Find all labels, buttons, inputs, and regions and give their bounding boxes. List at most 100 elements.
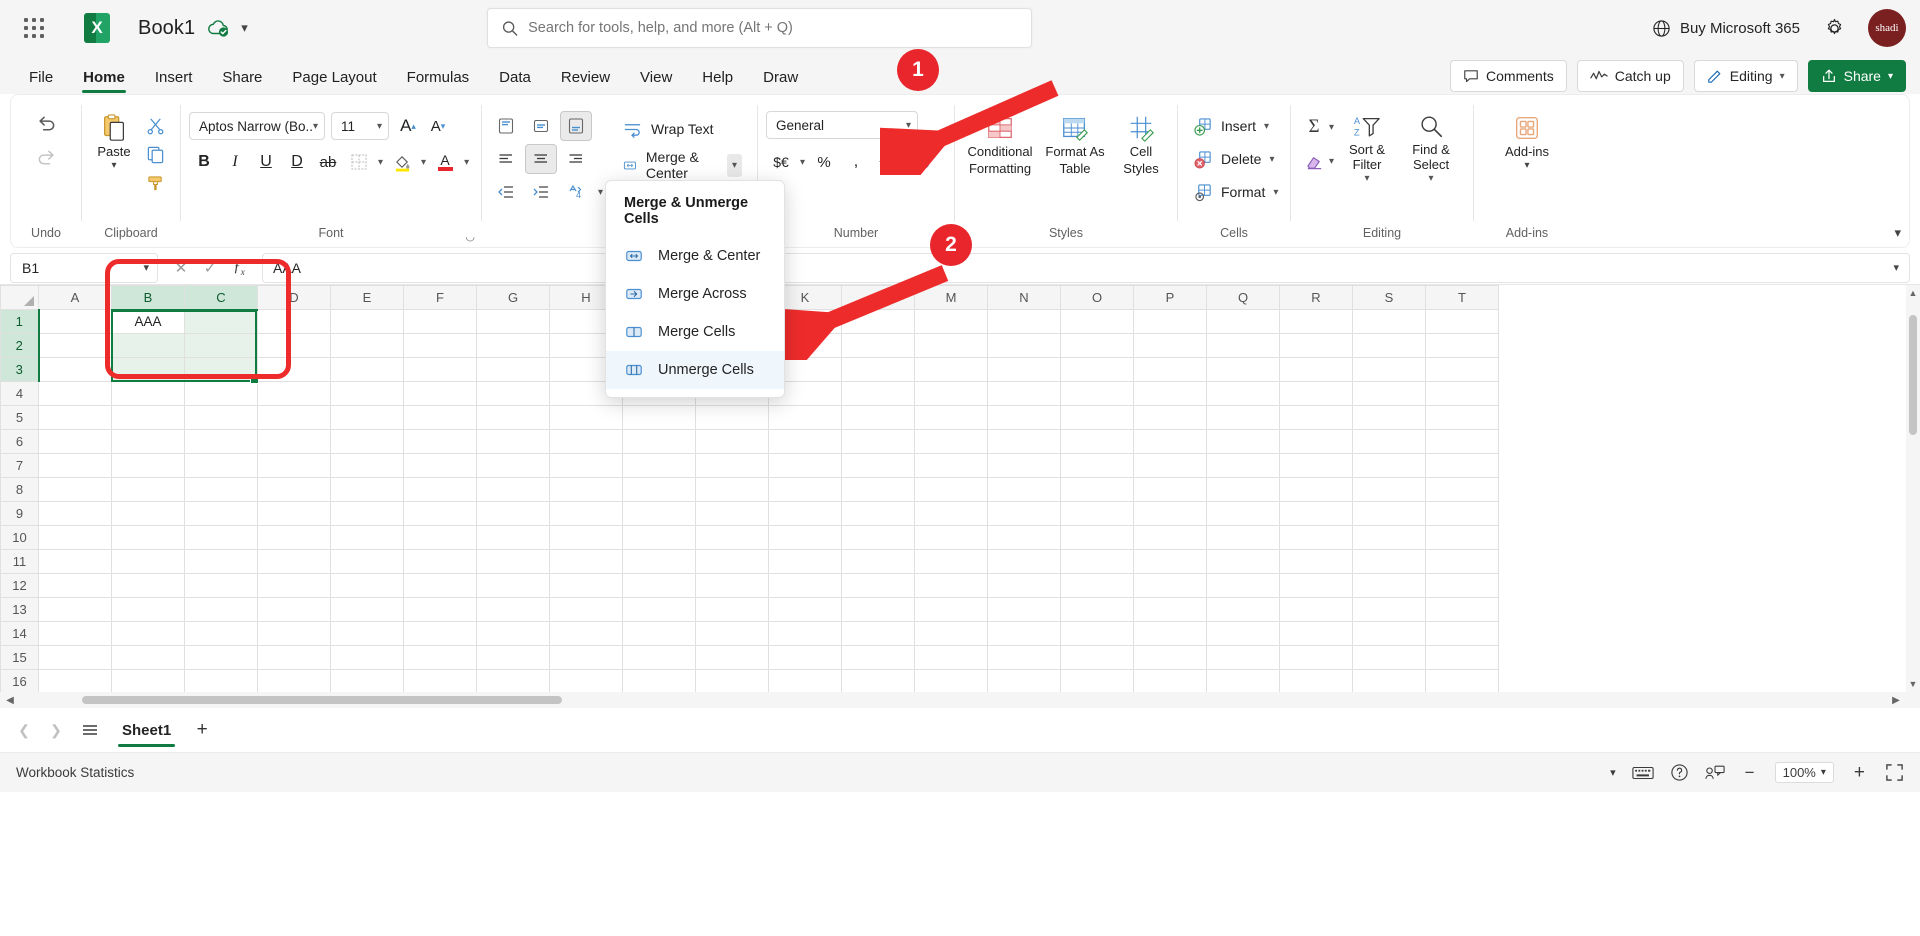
middle-align-button[interactable] — [525, 111, 557, 141]
cell-d4[interactable] — [258, 382, 331, 406]
cell-n10[interactable] — [988, 526, 1061, 550]
cell-h13[interactable] — [550, 598, 623, 622]
cell-n4[interactable] — [988, 382, 1061, 406]
cell-p4[interactable] — [1134, 382, 1207, 406]
bottom-align-button[interactable] — [560, 111, 592, 141]
cell-f8[interactable] — [404, 478, 477, 502]
font-dialog-launcher[interactable]: ◡ — [465, 230, 475, 243]
row-header-13[interactable]: 13 — [1, 598, 39, 622]
cell-i10[interactable] — [623, 526, 696, 550]
cell-j11[interactable] — [696, 550, 769, 574]
cell-j9[interactable] — [696, 502, 769, 526]
cell-r7[interactable] — [1280, 454, 1353, 478]
cell-p5[interactable] — [1134, 406, 1207, 430]
status-more-chevron-down-icon[interactable]: ▾ — [1610, 766, 1616, 779]
underline-button[interactable]: U — [251, 147, 281, 177]
cell-f12[interactable] — [404, 574, 477, 598]
keyboard-icon[interactable] — [1632, 765, 1654, 781]
cell-t3[interactable] — [1426, 358, 1499, 382]
cell-o2[interactable] — [1061, 334, 1134, 358]
paste-button[interactable]: Paste ▾ — [91, 107, 136, 175]
cell-c10[interactable] — [185, 526, 258, 550]
cell-l12[interactable] — [842, 574, 915, 598]
number-format-selector[interactable]: General ▾ — [766, 111, 918, 139]
cell-i12[interactable] — [623, 574, 696, 598]
clear-button[interactable] — [1299, 147, 1329, 175]
cell-m11[interactable] — [915, 550, 988, 574]
cell-r1[interactable] — [1280, 310, 1353, 334]
italic-button[interactable]: I — [220, 147, 250, 177]
select-all-button[interactable] — [1, 286, 39, 310]
conditional-formatting-button[interactable]: Conditional Formatting — [963, 109, 1037, 181]
cell-f11[interactable] — [404, 550, 477, 574]
cell-d9[interactable] — [258, 502, 331, 526]
cell-k9[interactable] — [769, 502, 842, 526]
editing-mode-button[interactable]: Editing ▾ — [1694, 60, 1798, 92]
cell-e5[interactable] — [331, 406, 404, 430]
cell-d16[interactable] — [258, 670, 331, 693]
cell-q6[interactable] — [1207, 430, 1280, 454]
cell-p12[interactable] — [1134, 574, 1207, 598]
cell-p1[interactable] — [1134, 310, 1207, 334]
cell-i16[interactable] — [623, 670, 696, 693]
cell-k15[interactable] — [769, 646, 842, 670]
cell-r11[interactable] — [1280, 550, 1353, 574]
cell-j15[interactable] — [696, 646, 769, 670]
cell-d12[interactable] — [258, 574, 331, 598]
cell-b11[interactable] — [112, 550, 185, 574]
cell-k7[interactable] — [769, 454, 842, 478]
cell-a10[interactable] — [39, 526, 112, 550]
scroll-left-arrow-icon[interactable]: ◀ — [0, 692, 20, 708]
cell-a8[interactable] — [39, 478, 112, 502]
previous-sheet-button[interactable]: ❮ — [10, 716, 38, 744]
redo-button[interactable] — [31, 143, 61, 171]
cell-j13[interactable] — [696, 598, 769, 622]
cell-i14[interactable] — [623, 622, 696, 646]
cell-n16[interactable] — [988, 670, 1061, 693]
cell-a5[interactable] — [39, 406, 112, 430]
comma-button[interactable]: , — [841, 147, 871, 177]
cell-l15[interactable] — [842, 646, 915, 670]
cell-l8[interactable] — [842, 478, 915, 502]
cell-c4[interactable] — [185, 382, 258, 406]
cell-s3[interactable] — [1353, 358, 1426, 382]
cell-o4[interactable] — [1061, 382, 1134, 406]
cell-t15[interactable] — [1426, 646, 1499, 670]
sheet-row[interactable]: 9 — [1, 502, 1499, 526]
cell-g13[interactable] — [477, 598, 550, 622]
cell-s2[interactable] — [1353, 334, 1426, 358]
cell-q8[interactable] — [1207, 478, 1280, 502]
cell-r6[interactable] — [1280, 430, 1353, 454]
cell-m5[interactable] — [915, 406, 988, 430]
cell-p9[interactable] — [1134, 502, 1207, 526]
cell-e1[interactable] — [331, 310, 404, 334]
cell-g16[interactable] — [477, 670, 550, 693]
cell-s4[interactable] — [1353, 382, 1426, 406]
cell-b10[interactable] — [112, 526, 185, 550]
cell-q2[interactable] — [1207, 334, 1280, 358]
cell-f3[interactable] — [404, 358, 477, 382]
cell-b14[interactable] — [112, 622, 185, 646]
cell-k13[interactable] — [769, 598, 842, 622]
vertical-scrollbar[interactable]: ▲ ▼ — [1906, 285, 1920, 692]
cell-r13[interactable] — [1280, 598, 1353, 622]
merge-unmerge-menu[interactable]: Merge & Unmerge Cells Merge & Center Mer… — [605, 180, 785, 398]
cell-g7[interactable] — [477, 454, 550, 478]
cell-g9[interactable] — [477, 502, 550, 526]
scroll-down-arrow-icon[interactable]: ▼ — [1906, 676, 1920, 692]
sheet-row[interactable]: 15 — [1, 646, 1499, 670]
cell-t14[interactable] — [1426, 622, 1499, 646]
cell-a16[interactable] — [39, 670, 112, 693]
cell-l9[interactable] — [842, 502, 915, 526]
cell-t4[interactable] — [1426, 382, 1499, 406]
cell-q11[interactable] — [1207, 550, 1280, 574]
row-header-12[interactable]: 12 — [1, 574, 39, 598]
format-painter-button[interactable] — [141, 169, 171, 197]
tab-review[interactable]: Review — [546, 69, 625, 94]
cell-i6[interactable] — [623, 430, 696, 454]
cell-j14[interactable] — [696, 622, 769, 646]
shrink-font-button[interactable]: A▾ — [423, 111, 453, 141]
percent-button[interactable]: % — [809, 147, 839, 177]
cell-s11[interactable] — [1353, 550, 1426, 574]
cell-f2[interactable] — [404, 334, 477, 358]
